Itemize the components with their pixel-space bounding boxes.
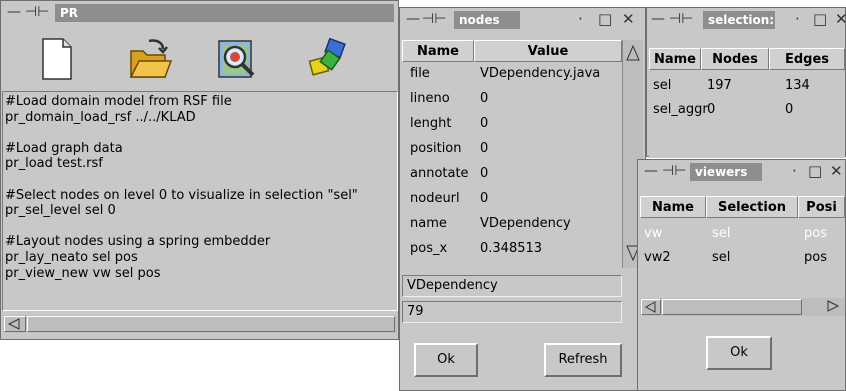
script-line: #Load domain model from RSF file — [5, 94, 232, 109]
viewers-col-name-header[interactable]: Name — [640, 196, 706, 218]
nodes-window: — ⊣⊢ nodes · □ ✕ Name Value file VDepende… — [399, 7, 646, 391]
viewers-col-position-header[interactable]: Posi — [798, 196, 845, 218]
viewers-horizontal-scrollbar[interactable] — [640, 298, 845, 316]
pin-icon[interactable]: ⊣⊢ — [422, 11, 446, 27]
pin-icon[interactable]: ⊣⊢ — [662, 163, 686, 179]
pr-titlebar[interactable]: — ⊣⊢ PR — [1, 1, 398, 25]
nodes-titlebar[interactable]: — ⊣⊢ nodes · □ ✕ — [400, 8, 645, 32]
script-line: pr_view_new vw sel pos — [5, 265, 161, 281]
viewer-row-2-selection[interactable]: sel — [712, 250, 730, 265]
viewer-row-2-name[interactable]: vw2 — [644, 250, 671, 265]
script-line — [5, 172, 358, 188]
selection-row-2-nodes[interactable]: 0 — [707, 102, 715, 117]
nodes-ok-button[interactable]: Ok — [414, 343, 478, 377]
menu-dot-icon[interactable]: · — [795, 10, 800, 28]
nodes-row-value[interactable]: VDependency — [480, 216, 571, 231]
nodes-row-value[interactable]: 0 — [480, 166, 488, 181]
layout-shapes-icon[interactable] — [307, 37, 351, 81]
nodes-row-value[interactable]: 0 — [480, 91, 488, 106]
refresh-button[interactable]: Refresh — [544, 343, 622, 377]
nodes-col-name-header[interactable]: Name — [402, 40, 474, 62]
viewers-col-selection-header[interactable]: Selection — [706, 196, 798, 218]
selection-row-2-name[interactable]: sel_aggr — [653, 102, 708, 117]
viewer-row-1-name[interactable]: vw — [644, 226, 662, 241]
selection-row-1-nodes[interactable]: 197 — [707, 78, 732, 93]
viewers-titlebar[interactable]: — ⊣⊢ viewers · □ ✕ — [638, 160, 845, 184]
minimize-icon[interactable]: — — [644, 163, 658, 179]
nodes-row-name[interactable]: nodeurl — [410, 191, 460, 206]
script-line: pr_domain_load_rsf ../../KLAD — [5, 109, 196, 125]
nodes-row-name[interactable]: annotate — [410, 166, 469, 181]
script-line: pr_load test.rsf — [5, 156, 103, 172]
nodes-window-title: nodes — [454, 11, 520, 29]
script-line — [5, 219, 358, 235]
pin-icon[interactable]: ⊣⊢ — [669, 11, 693, 27]
node-id-field[interactable]: 79 — [402, 301, 622, 323]
script-line: pr_sel_level sel 0 — [5, 203, 116, 219]
maximize-icon[interactable]: □ — [598, 10, 612, 28]
new-file-icon[interactable] — [37, 37, 77, 81]
script-line: pr_lay_neato sel pos — [5, 249, 138, 265]
viewer-row-1-position[interactable]: pos — [804, 226, 827, 241]
selections-table: Name Nodes Edges sel 197 134 sel_aggr 0 … — [649, 48, 845, 158]
selection-row-2-edges[interactable]: 0 — [785, 102, 793, 117]
search-graph-icon[interactable] — [215, 37, 259, 81]
selections-window: — ⊣⊢ selection: · □ ✕ Name Nodes Edges s… — [646, 7, 846, 158]
selections-col-name-header[interactable]: Name — [649, 48, 701, 70]
pr-horizontal-scrollbar[interactable] — [3, 315, 397, 333]
minimize-icon[interactable]: — — [7, 4, 21, 20]
nodes-table: Name Value file VDependency.java lineno 0 le… — [402, 40, 622, 268]
selections-window-title: selection: — [703, 11, 775, 29]
maximize-icon[interactable]: □ — [808, 162, 822, 180]
scroll-right-icon[interactable] — [822, 299, 844, 315]
nodes-row-value[interactable]: 0.348513 — [480, 241, 542, 256]
selection-row-1-edges[interactable]: 134 — [785, 78, 810, 93]
scroll-left-icon[interactable] — [4, 316, 26, 332]
selections-col-nodes-header[interactable]: Nodes — [701, 48, 769, 70]
script-line — [5, 125, 358, 141]
selection-row-1-name[interactable]: sel — [653, 78, 671, 93]
nodes-row-name[interactable]: position — [410, 141, 462, 156]
selections-titlebar[interactable]: — ⊣⊢ selection: · □ ✕ — [647, 8, 846, 32]
minimize-icon[interactable]: — — [651, 11, 665, 27]
selections-col-edges-header[interactable]: Edges — [769, 48, 845, 70]
nodes-row-value[interactable]: 0 — [480, 116, 488, 131]
viewers-window-title: viewers — [690, 163, 762, 181]
nodes-row-name[interactable]: lenght — [410, 116, 451, 131]
minimize-icon[interactable]: — — [406, 11, 420, 27]
script-lines: #Load domain model from RSF file pr_domai… — [5, 94, 358, 281]
script-line: #Layout nodes using a spring embedder — [5, 234, 271, 250]
nodes-row-name[interactable]: name — [410, 216, 447, 231]
scroll-left-icon[interactable] — [641, 299, 661, 315]
viewer-row-1-selection[interactable]: sel — [712, 226, 730, 241]
nodes-row-value[interactable]: 0 — [480, 191, 488, 206]
script-line: #Load graph data — [5, 140, 123, 156]
pr-toolbar — [1, 27, 398, 89]
script-line: #Select nodes on level 0 to visualize in… — [5, 187, 358, 203]
viewer-row-2-position[interactable]: pos — [804, 250, 827, 265]
menu-dot-icon[interactable]: · — [578, 10, 583, 28]
nodes-row-name[interactable]: file — [410, 66, 430, 81]
close-icon[interactable]: ✕ — [622, 10, 635, 28]
open-folder-icon[interactable] — [127, 37, 173, 81]
close-icon[interactable]: ✕ — [835, 10, 846, 28]
pr-window-title: PR — [55, 4, 394, 22]
nodes-row-name[interactable]: pos_x — [410, 241, 447, 256]
viewers-ok-button[interactable]: Ok — [706, 336, 772, 370]
pr-window: — ⊣⊢ PR #Load domain model from RSF file… — [0, 0, 399, 340]
scroll-thumb[interactable] — [27, 316, 395, 332]
nodes-row-name[interactable]: lineno — [410, 91, 450, 106]
script-text-area[interactable]: #Load domain model from RSF file pr_domai… — [2, 91, 398, 311]
pin-icon[interactable]: ⊣⊢ — [25, 4, 49, 20]
nodes-row-value[interactable]: VDependency.java — [480, 66, 600, 81]
close-icon[interactable]: ✕ — [830, 162, 843, 180]
nodes-row-value[interactable]: 0 — [480, 141, 488, 156]
scroll-thumb[interactable] — [662, 299, 802, 315]
menu-dot-icon[interactable]: · — [792, 162, 797, 180]
viewers-window: — ⊣⊢ viewers · □ ✕ Name Selection Posi v… — [637, 159, 846, 391]
node-name-field[interactable]: VDependency — [402, 275, 622, 297]
nodes-col-value-header[interactable]: Value — [474, 40, 622, 62]
viewers-table: Name Selection Posi vw sel pos vw2 sel p… — [640, 196, 845, 292]
maximize-icon[interactable]: □ — [813, 10, 827, 28]
